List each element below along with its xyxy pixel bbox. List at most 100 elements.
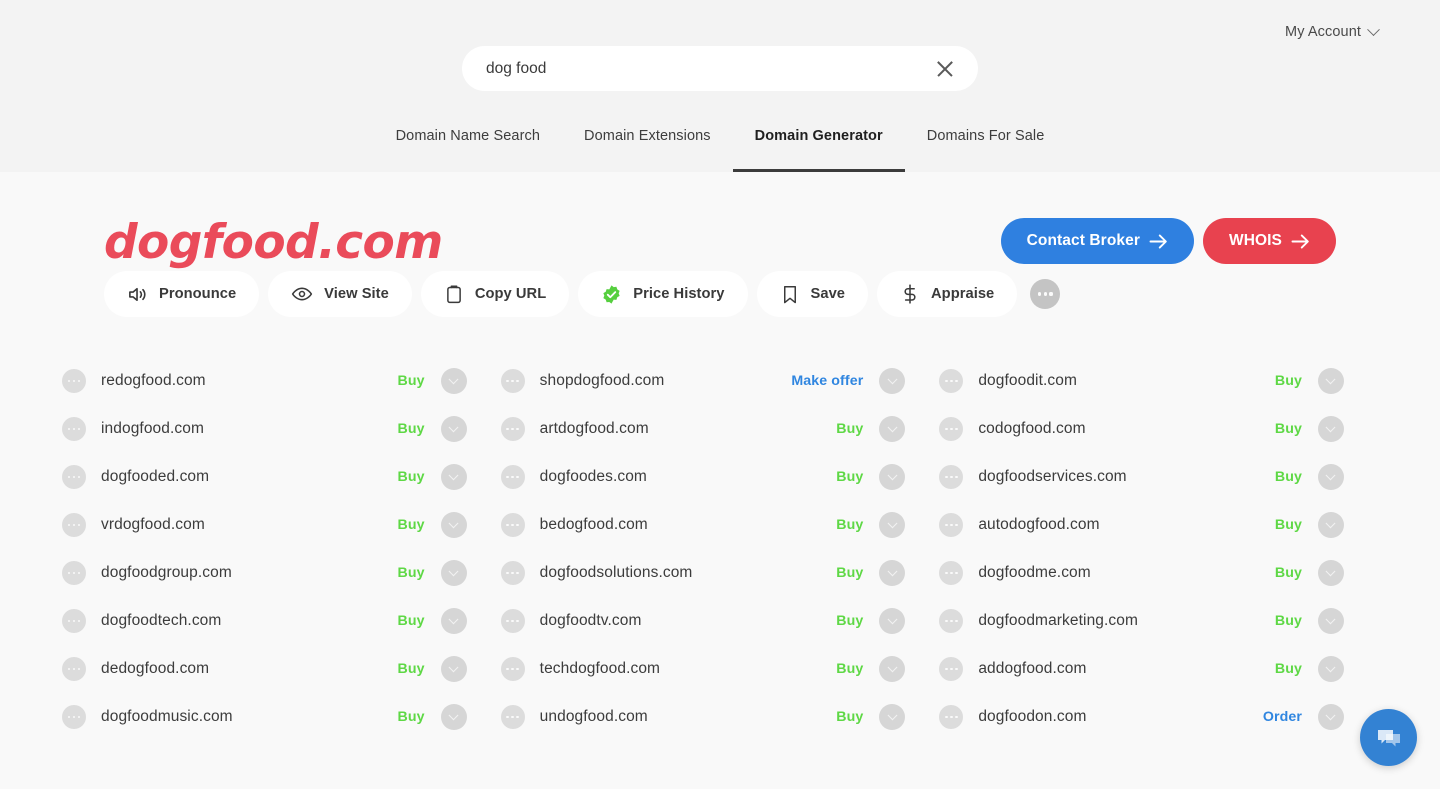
domain-name-link[interactable]: autodogfood.com	[978, 516, 1099, 534]
buy-link[interactable]: Buy	[836, 709, 863, 725]
row-expand-button[interactable]	[1317, 416, 1344, 442]
domain-name-link[interactable]: dogfoodit.com	[978, 372, 1077, 390]
row-expand-button[interactable]	[879, 704, 906, 730]
buy-link[interactable]: Buy	[398, 709, 425, 725]
domain-name-link[interactable]: dedogfood.com	[101, 660, 209, 678]
search-input[interactable]	[486, 59, 934, 78]
chat-widget-button[interactable]	[1360, 709, 1417, 766]
row-expand-button[interactable]	[1317, 704, 1344, 730]
buy-link[interactable]: Buy	[836, 517, 863, 533]
row-expand-button[interactable]	[1317, 608, 1344, 634]
domain-name-link[interactable]: redogfood.com	[101, 372, 206, 390]
row-expand-button[interactable]	[879, 608, 906, 634]
row-expand-button[interactable]	[1317, 560, 1344, 586]
tab-domain-generator[interactable]: Domain Generator	[732, 118, 905, 172]
row-menu-button[interactable]	[500, 465, 525, 489]
domain-name-link[interactable]: undogfood.com	[540, 708, 648, 726]
row-menu-button[interactable]	[939, 417, 964, 441]
row-menu-button[interactable]	[500, 705, 525, 729]
row-menu-button[interactable]	[939, 369, 964, 393]
buy-link[interactable]: Buy	[1275, 421, 1302, 437]
row-menu-button[interactable]	[939, 705, 964, 729]
domain-name-link[interactable]: dogfoodme.com	[978, 564, 1090, 582]
domain-name-link[interactable]: indogfood.com	[101, 420, 204, 438]
row-menu-button[interactable]	[62, 561, 86, 585]
row-expand-button[interactable]	[879, 560, 906, 586]
row-expand-button[interactable]	[1317, 368, 1344, 394]
row-menu-button[interactable]	[939, 609, 964, 633]
row-menu-button[interactable]	[939, 657, 964, 681]
domain-name-link[interactable]: dogfoodmusic.com	[101, 708, 233, 726]
buy-link[interactable]: Buy	[836, 469, 863, 485]
domain-name-link[interactable]: dogfoodsolutions.com	[540, 564, 693, 582]
tab-domains-for-sale[interactable]: Domains For Sale	[905, 118, 1067, 172]
domain-name-link[interactable]: dogfoodgroup.com	[101, 564, 232, 582]
row-expand-button[interactable]	[440, 416, 467, 442]
row-expand-button[interactable]	[879, 656, 906, 682]
domain-name-link[interactable]: codogfood.com	[978, 420, 1085, 438]
row-expand-button[interactable]	[1317, 656, 1344, 682]
offer-link[interactable]: Make offer	[791, 373, 863, 389]
buy-link[interactable]: Buy	[1275, 373, 1302, 389]
row-expand-button[interactable]	[440, 656, 467, 682]
buy-link[interactable]: Buy	[836, 613, 863, 629]
row-expand-button[interactable]	[879, 368, 906, 394]
whois-button[interactable]: WHOIS	[1202, 218, 1336, 264]
row-expand-button[interactable]	[1317, 512, 1344, 538]
tab-domain-name-search[interactable]: Domain Name Search	[374, 118, 562, 172]
row-menu-button[interactable]	[62, 417, 86, 441]
row-expand-button[interactable]	[879, 512, 906, 538]
domain-name-link[interactable]: addogfood.com	[978, 660, 1086, 678]
tab-domain-extensions[interactable]: Domain Extensions	[562, 118, 733, 172]
buy-link[interactable]: Buy	[398, 469, 425, 485]
domain-name-link[interactable]: dogfoodservices.com	[978, 468, 1126, 486]
domain-name-link[interactable]: techdogfood.com	[540, 660, 660, 678]
row-menu-button[interactable]	[62, 609, 86, 633]
row-expand-button[interactable]	[440, 512, 467, 538]
domain-name-link[interactable]: dogfoodon.com	[978, 708, 1086, 726]
row-expand-button[interactable]	[879, 416, 906, 442]
appraise-button[interactable]: Appraise	[877, 271, 1018, 317]
row-menu-button[interactable]	[500, 369, 525, 393]
domain-name-link[interactable]: dogfoodes.com	[540, 468, 647, 486]
price-history-button[interactable]: Price History	[578, 271, 748, 317]
order-link[interactable]: Order	[1263, 709, 1302, 725]
buy-link[interactable]: Buy	[1275, 565, 1302, 581]
row-expand-button[interactable]	[1317, 464, 1344, 490]
row-menu-button[interactable]	[62, 465, 86, 489]
domain-name-link[interactable]: vrdogfood.com	[101, 516, 205, 534]
row-expand-button[interactable]	[879, 464, 906, 490]
row-expand-button[interactable]	[440, 608, 467, 634]
buy-link[interactable]: Buy	[398, 613, 425, 629]
row-menu-button[interactable]	[500, 609, 525, 633]
row-expand-button[interactable]	[440, 368, 467, 394]
row-menu-button[interactable]	[939, 513, 964, 537]
row-menu-button[interactable]	[62, 705, 86, 729]
row-menu-button[interactable]	[500, 561, 525, 585]
buy-link[interactable]: Buy	[398, 661, 425, 677]
my-account-menu[interactable]: My Account	[1285, 22, 1380, 40]
buy-link[interactable]: Buy	[398, 373, 425, 389]
buy-link[interactable]: Buy	[836, 421, 863, 437]
domain-name-link[interactable]: artdogfood.com	[540, 420, 649, 438]
row-menu-button[interactable]	[62, 657, 86, 681]
row-menu-button[interactable]	[500, 513, 525, 537]
buy-link[interactable]: Buy	[1275, 613, 1302, 629]
row-menu-button[interactable]	[62, 513, 86, 537]
row-expand-button[interactable]	[440, 560, 467, 586]
save-button[interactable]: Save	[756, 271, 869, 317]
buy-link[interactable]: Buy	[836, 565, 863, 581]
row-menu-button[interactable]	[62, 369, 86, 393]
domain-name-link[interactable]: dogfooded.com	[101, 468, 209, 486]
more-options-button[interactable]	[1030, 279, 1061, 309]
buy-link[interactable]: Buy	[398, 517, 425, 533]
close-icon[interactable]	[934, 58, 956, 80]
domain-name-link[interactable]: shopdogfood.com	[540, 372, 665, 390]
copy-url-button[interactable]: Copy URL	[420, 271, 570, 317]
domain-name-link[interactable]: bedogfood.com	[540, 516, 648, 534]
row-menu-button[interactable]	[500, 657, 525, 681]
row-menu-button[interactable]	[939, 465, 964, 489]
buy-link[interactable]: Buy	[398, 565, 425, 581]
domain-name-link[interactable]: dogfoodtv.com	[540, 612, 642, 630]
row-expand-button[interactable]	[440, 464, 467, 490]
